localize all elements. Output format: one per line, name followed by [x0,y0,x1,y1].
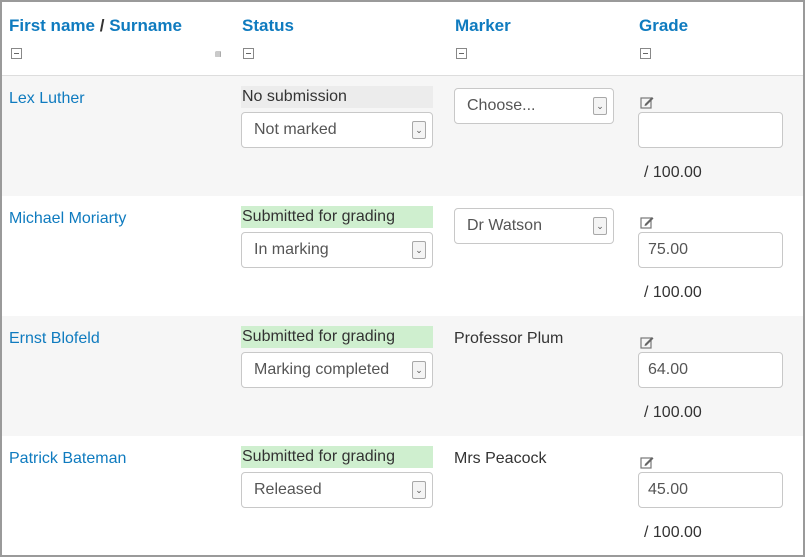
marker-name: Professor Plum [454,330,564,347]
submission-status-label: No submission [241,86,433,108]
chevron-down-icon: ⌄ [593,97,607,115]
sort-firstname-link[interactable]: First name [9,16,95,35]
marking-workflow-value: Not marked [254,121,337,138]
submission-status-label: Submitted for grading [241,446,433,468]
grade-input[interactable]: 45.00 [638,472,783,508]
collapse-name-column-icon[interactable] [11,48,22,59]
grade-value: 75.00 [648,241,689,258]
marker-select[interactable]: Dr Watson ⌄ [454,208,614,244]
table-row: Ernst Blofeld Submitted for grading Mark… [2,316,803,437]
status-column-header[interactable]: Status [242,16,294,36]
table-row: Lex Luther No submission Not marked ⌄ Ch… [2,76,803,197]
collapse-marker-column-icon[interactable] [456,48,467,59]
pencil-edit-icon[interactable] [640,335,654,349]
table-row: Michael Moriarty Submitted for grading I… [2,196,803,317]
marking-workflow-value: In marking [254,241,329,258]
marking-workflow-value: Marking completed [254,361,390,378]
marking-workflow-select[interactable]: Released ⌄ [241,472,433,508]
pencil-edit-icon[interactable] [640,215,654,229]
submission-status-label: Submitted for grading [241,206,433,228]
marker-value: Dr Watson [467,217,542,234]
pencil-edit-icon[interactable] [640,455,654,469]
sort-surname-link[interactable]: Surname [109,16,182,35]
marker-value: Choose... [467,97,536,114]
grade-column-header[interactable]: Grade [639,16,688,36]
grade-input[interactable]: 75.00 [638,232,783,268]
collapse-grade-column-icon[interactable] [640,48,651,59]
name-separator: / [99,16,105,35]
grade-value: 64.00 [648,361,689,378]
table-header: First name / Surname Status Marker Grade… [2,2,803,76]
marking-workflow-value: Released [254,481,322,498]
marker-name: Mrs Peacock [454,450,547,467]
chevron-down-icon: ⌄ [412,481,426,499]
chevron-down-icon: ⌄ [412,121,426,139]
marking-workflow-select[interactable]: Marking completed ⌄ [241,352,433,388]
grading-table: First name / Surname Status Marker Grade… [0,0,805,557]
name-column-header: First name / Surname [9,16,182,36]
grade-max-label: / 100.00 [644,404,702,421]
submission-status-label: Submitted for grading [241,326,433,348]
marking-workflow-select[interactable]: In marking ⌄ [241,232,433,268]
chevron-down-icon: ⌄ [593,217,607,235]
collapse-status-column-icon[interactable] [243,48,254,59]
table-row: Patrick Bateman Submitted for grading Re… [2,436,803,555]
marker-column-header[interactable]: Marker [455,16,511,36]
grade-input[interactable]: 64.00 [638,352,783,388]
grade-max-label: / 100.00 [644,164,702,181]
student-name-link[interactable]: Patrick Bateman [9,450,126,468]
chevron-down-icon: ⌄ [412,361,426,379]
pencil-edit-icon[interactable] [640,95,654,109]
marking-workflow-select[interactable]: Not marked ⌄ [241,112,433,148]
grade-value: 45.00 [648,481,689,498]
grade-input[interactable] [638,112,783,148]
chevron-down-icon: ⌄ [412,241,426,259]
marker-select[interactable]: Choose... ⌄ [454,88,614,124]
sort-indicator-icon: ▤ [215,51,222,58]
student-name-link[interactable]: Michael Moriarty [9,210,126,228]
student-name-link[interactable]: Ernst Blofeld [9,330,100,348]
grade-max-label: / 100.00 [644,284,702,301]
student-name-link[interactable]: Lex Luther [9,90,85,108]
grade-max-label: / 100.00 [644,524,702,541]
